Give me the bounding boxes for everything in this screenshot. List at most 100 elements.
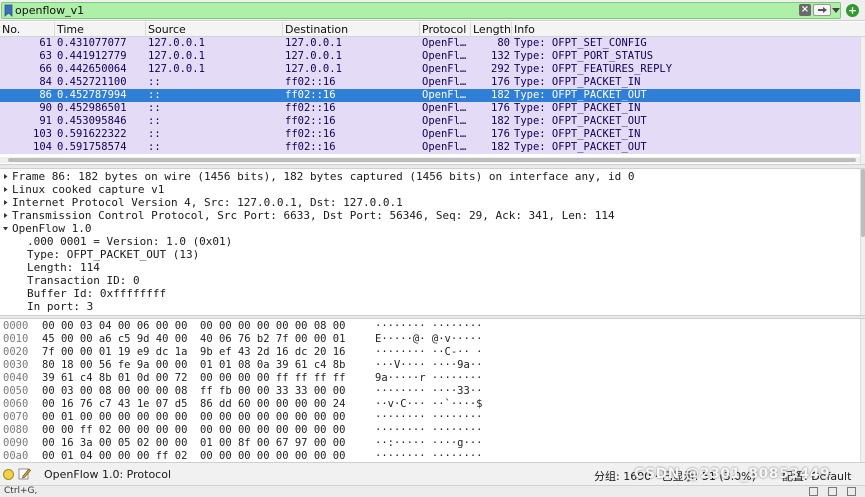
scrollbar-thumb[interactable] — [861, 169, 865, 237]
hexdump-row[interactable]: 0090 00 16 3a 00 05 02 00 00 01 00 8f 00 … — [0, 437, 860, 450]
cell-destination: ff02::16 — [285, 115, 336, 127]
layout-icon[interactable] — [809, 487, 818, 496]
cell-protocol: OpenFl… — [422, 141, 467, 153]
packet-row[interactable]: 91 0.453095846:: ff02::16 OpenFl… 182 Type: O… — [0, 115, 860, 128]
chevron-right-icon[interactable] — [3, 200, 8, 205]
details-tree-item[interactable]: Length: 114 — [0, 261, 860, 274]
details-tree-item[interactable]: OpenFlow 1.0 — [0, 222, 860, 235]
cell-time: 0.442650064 — [57, 63, 127, 75]
packet-row[interactable]: 61 0.431077077 127.0.0.1 127.0.0.1 OpenFl… 80… — [0, 37, 860, 50]
cell-length: 292 — [491, 63, 510, 75]
hexdump-bytes: 00 00 03 04 00 06 00 00 00 00 00 00 00 0… — [42, 320, 346, 332]
layout-icon[interactable] — [847, 487, 856, 496]
add-filter-button-icon[interactable]: + — [846, 4, 859, 17]
expert-info-indicator-icon[interactable] — [3, 469, 14, 480]
column-header-no[interactable]: No. — [0, 22, 55, 37]
column-header-source[interactable]: Source — [146, 22, 283, 37]
display-filter-value[interactable]: openflow_v1 — [15, 4, 84, 17]
column-header-protocol[interactable]: Protocol — [420, 22, 471, 37]
scrollbar-thumb[interactable] — [8, 158, 856, 162]
hexdump-row[interactable]: 0030 80 18 00 56 fe 9a 00 00 01 01 08 0a … — [0, 359, 860, 372]
chevron-right-icon[interactable] — [3, 187, 8, 192]
cell-source: :: — [148, 115, 161, 127]
cell-source: :: — [148, 89, 161, 101]
details-tree-item[interactable]: Transmission Control Protocol, Src Port:… — [0, 209, 860, 222]
packet-list-vertical-scrollbar[interactable] — [860, 37, 865, 164]
packet-list-header: No. Time Source Destination Protocol Len… — [0, 22, 865, 37]
details-tree-item[interactable]: In port: 3 — [0, 300, 860, 313]
hexdump-ascii: ···V···· ····9a·· — [375, 359, 483, 371]
clear-filter-icon[interactable]: × — [799, 4, 811, 16]
hexdump-row[interactable]: 0040 39 61 c4 8b 01 0d 00 72 00 00 00 00 … — [0, 372, 860, 385]
hexdump-row[interactable]: 0050 00 03 00 08 00 00 00 08 ff fb 00 00 … — [0, 385, 860, 398]
packet-row[interactable]: 86 0.452787994:: ff02::16 OpenFl… 182 Type: O… — [0, 89, 860, 102]
chevron-right-icon[interactable] — [3, 213, 8, 218]
column-header-length[interactable]: Length — [471, 22, 512, 37]
filter-history-dropdown-icon[interactable] — [832, 6, 840, 14]
column-header-info[interactable]: Info — [512, 22, 865, 37]
hexdump-offset: 0090 — [3, 437, 29, 449]
filter-bookmark-icon[interactable] — [4, 4, 13, 17]
hexdump-row[interactable]: 0060 00 16 76 c7 43 1e 07 d5 86 dd 60 00 … — [0, 398, 860, 411]
cell-info: Type: OFPT_PACKET_IN — [514, 102, 641, 114]
cell-time: 0.452721100 — [57, 76, 127, 88]
hexdump-bytes: 80 18 00 56 fe 9a 00 00 01 01 08 0a 39 6… — [42, 359, 346, 371]
display-filter-input[interactable]: openflow_v1 × — [1, 2, 841, 19]
packet-details-pane[interactable]: Frame 86: 182 bytes on wire (1456 bits),… — [0, 169, 865, 315]
chevron-down-icon[interactable] — [3, 226, 8, 231]
status-bar: OpenFlow 1.0: Protocol 分组: 1690 · 已显示: 5… — [0, 462, 865, 485]
cell-destination: ff02::16 — [285, 141, 336, 153]
packet-row[interactable]: 63 0.441912779 127.0.0.1 127.0.0.1 OpenFl… 13… — [0, 50, 860, 63]
details-tree-item[interactable]: Frame 86: 182 bytes on wire (1456 bits),… — [0, 170, 860, 183]
packet-row[interactable]: 66 0.442650064 127.0.0.1 127.0.0.1 OpenFl… 29… — [0, 63, 860, 76]
hexdump-offset: 0020 — [3, 346, 29, 358]
column-header-time[interactable]: Time — [55, 22, 146, 37]
cell-info: Type: OFPT_PACKET_OUT — [514, 89, 647, 101]
layout-icon[interactable] — [828, 487, 837, 496]
chevron-right-icon[interactable] — [3, 174, 8, 179]
hexdump-row[interactable]: 0000 00 00 03 04 00 06 00 00 00 00 00 00 … — [0, 320, 860, 333]
cell-time: 0.453095846 — [57, 115, 127, 127]
hexdump-row[interactable]: 0080 00 00 ff 02 00 00 00 00 00 00 00 00 … — [0, 424, 860, 437]
hexdump-bytes: 39 61 c4 8b 01 0d 00 72 00 00 00 00 ff f… — [42, 372, 346, 384]
packet-list-pane[interactable]: No. Time Source Destination Protocol Len… — [0, 22, 865, 164]
packet-details-scrollbar[interactable] — [860, 169, 865, 315]
hexdump-ascii: 9a·····r ········ — [375, 372, 483, 384]
cell-length: 176 — [491, 102, 510, 114]
hexdump-ascii: ········ ····33·· — [375, 385, 483, 397]
cell-protocol: OpenFl… — [422, 76, 467, 88]
hexdump-row[interactable]: 0010 45 00 00 a6 c5 9d 40 00 40 06 76 b2 … — [0, 333, 860, 346]
details-tree-item[interactable]: .000 0001 = Version: 1.0 (0x01) — [0, 235, 860, 248]
hexdump-row[interactable]: 0020 7f 00 00 01 19 e9 dc 1a 9b ef 43 2d … — [0, 346, 860, 359]
hexdump-ascii: ········ ········ — [375, 411, 483, 423]
packet-bytes-scrollbar[interactable] — [860, 319, 865, 462]
apply-filter-button[interactable] — [813, 4, 831, 16]
hexdump-bytes: 7f 00 00 01 19 e9 dc 1a 9b ef 43 2d 16 d… — [42, 346, 346, 358]
details-tree-item[interactable]: Transaction ID: 0 — [0, 274, 860, 287]
cell-time: 0.441912779 — [57, 50, 127, 62]
packet-row[interactable]: 84 0.452721100:: ff02::16 OpenFl… 176 Type: O… — [0, 76, 860, 89]
cell-protocol: OpenFl… — [422, 37, 467, 49]
cell-time: 0.591758574 — [57, 141, 127, 153]
cell-no: 84 — [39, 76, 52, 88]
details-tree-item[interactable]: Linux cooked capture v1 — [0, 183, 860, 196]
cell-source: 127.0.0.1 — [148, 37, 205, 49]
cell-info: Type: OFPT_PACKET_IN — [514, 128, 641, 140]
packet-bytes-pane[interactable]: 0000 00 00 03 04 00 06 00 00 00 00 00 00 … — [0, 319, 865, 462]
details-tree-item[interactable]: Internet Protocol Version 4, Src: 127.0.… — [0, 196, 860, 209]
details-tree-item[interactable]: Buffer Id: 0xffffffff — [0, 287, 860, 300]
hexdump-ascii: ········ ··C-·· · — [375, 346, 483, 358]
details-tree-item[interactable]: Type: OFPT_PACKET_OUT (13) — [0, 248, 860, 261]
details-tree-label: In port: 3 — [27, 300, 94, 313]
column-header-destination[interactable]: Destination — [283, 22, 420, 37]
hexdump-bytes: 45 00 00 a6 c5 9d 40 00 40 06 76 b2 7f 0… — [42, 333, 346, 345]
packet-row[interactable]: 90 0.452986501:: ff02::16 OpenFl… 176 Type: O… — [0, 102, 860, 115]
edit-capture-comment-icon[interactable] — [18, 467, 31, 480]
cell-length: 182 — [491, 115, 510, 127]
details-tree-label: Transaction ID: 0 — [27, 274, 140, 287]
packet-row[interactable]: 103 0.591622322:: ff02::16 OpenFl… 176 Type: … — [0, 128, 860, 141]
packet-row[interactable]: 104 0.591758574:: ff02::16 OpenFl… 182 Type: … — [0, 141, 860, 154]
hexdump-row[interactable]: 0070 00 01 00 00 00 00 00 00 00 00 00 00 … — [0, 411, 860, 424]
packet-list-horizontal-scrollbar[interactable] — [0, 157, 860, 163]
hexdump-offset: 0030 — [3, 359, 29, 371]
